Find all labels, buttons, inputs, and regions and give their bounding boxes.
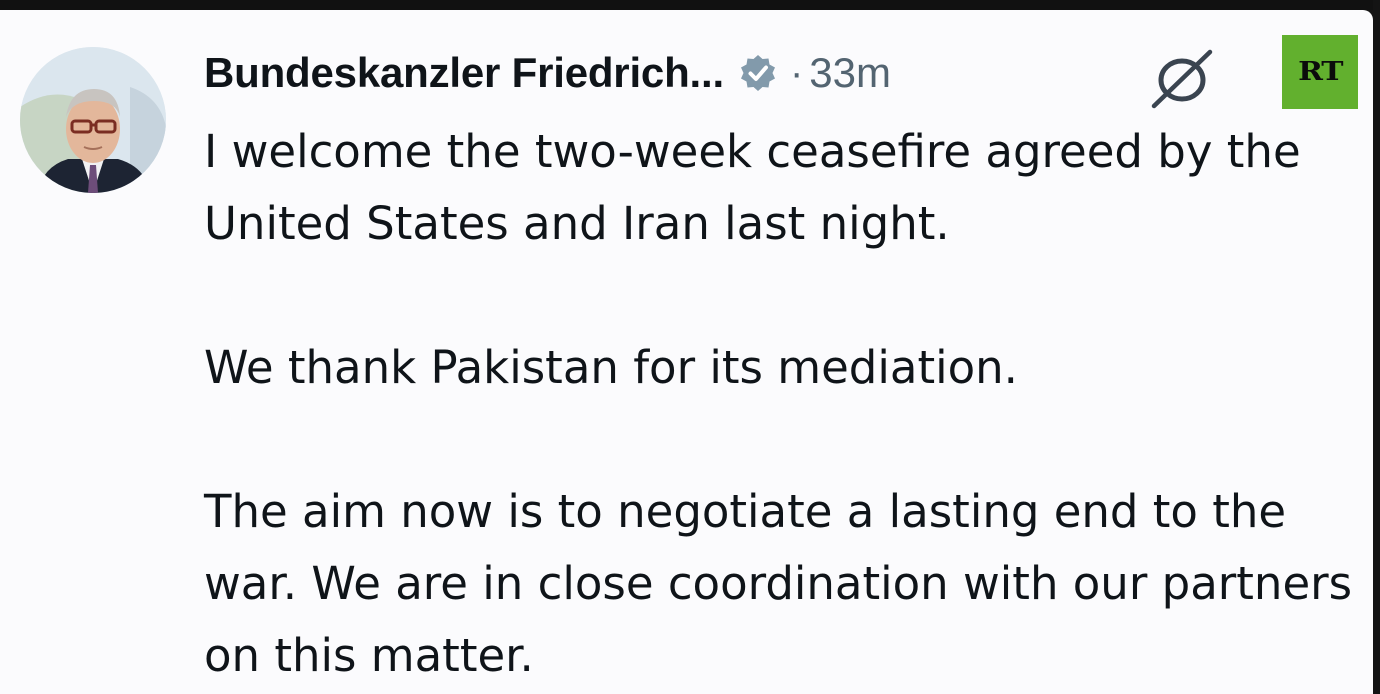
author-avatar[interactable]	[20, 47, 166, 193]
avatar-photo	[20, 47, 166, 193]
screen-right-border	[1373, 0, 1380, 694]
rt-watermark-logo: RT	[1282, 35, 1358, 109]
tweet-card[interactable]: Bundeskanzler Friedrich... · 33m RT I we…	[0, 10, 1373, 694]
rt-logo-text: RT	[1297, 57, 1343, 87]
tweet-timestamp[interactable]: 33m	[809, 49, 891, 97]
verified-badge-icon	[738, 53, 778, 93]
tweet-paragraph: We thank Pakistan for its mediation.	[204, 341, 1018, 394]
header-separator: ·	[789, 50, 804, 95]
tweet-paragraph: I welcome the two-week ceasefire agreed …	[204, 125, 1301, 250]
author-name[interactable]: Bundeskanzler Friedrich...	[204, 49, 724, 97]
grok-icon[interactable]	[1148, 46, 1216, 110]
screen-top-border	[0, 0, 1380, 10]
tweet-header: Bundeskanzler Friedrich... · 33m	[204, 40, 891, 106]
tweet-text: I welcome the two-week ceasefire agreed …	[204, 116, 1354, 692]
tweet-paragraph: The aim now is to negotiate a lasting en…	[204, 485, 1353, 682]
